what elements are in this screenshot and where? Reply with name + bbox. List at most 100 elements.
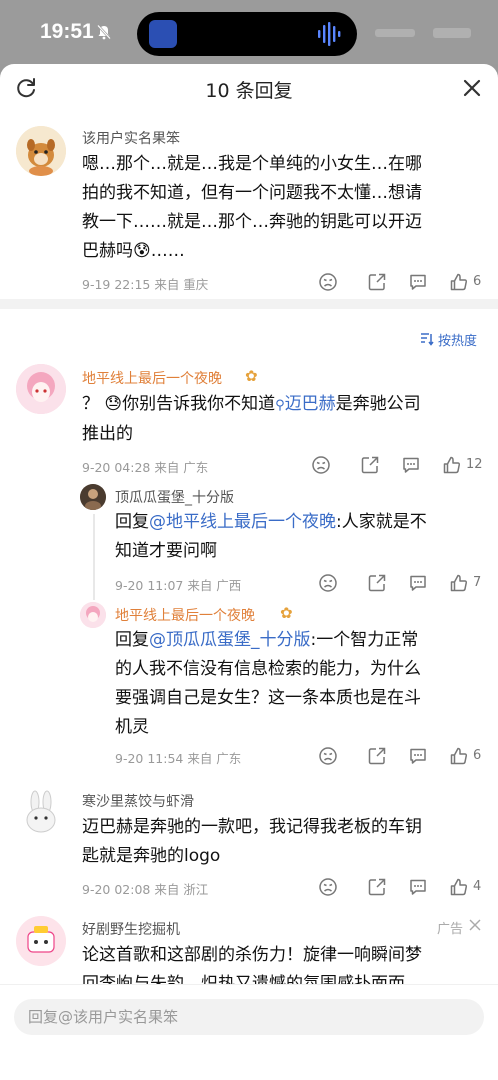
share-icon[interactable] <box>367 272 387 292</box>
page-title: 10 条回复 <box>205 80 293 102</box>
comment-meta: 9-19 22:15 来自 重庆 <box>82 277 209 292</box>
avatar[interactable] <box>16 916 66 966</box>
music-app-icon <box>149 20 177 48</box>
comment-line: 机灵 <box>115 717 149 737</box>
avatar-rabbit-icon <box>16 788 66 838</box>
search-link-text[interactable]: 迈巴赫 <box>285 394 336 414</box>
like-count: 12 <box>466 457 483 472</box>
thread-line <box>93 514 95 600</box>
avatar-dog-icon <box>16 126 66 176</box>
replies-sheet: 10 条回复 该用户实名果笨 嗯…那个…就是…我是个单纯的小女生…在哪 拍的我不… <box>0 64 498 1080</box>
bell-muted-icon <box>97 24 111 40</box>
close-icon[interactable] <box>460 76 484 100</box>
status-time: 19:51 <box>40 20 94 43</box>
share-icon[interactable] <box>367 877 387 897</box>
comment-line: 知道才要问啊 <box>115 541 217 561</box>
comment-text: :一个智力正常 <box>310 630 419 650</box>
vip-badge-icon: ✿ <box>245 367 258 385</box>
comment-body: ？ 😓你别告诉我你不知道⚲迈巴赫是奔驰公司 推出的 <box>82 390 482 449</box>
sheet-header: 10 条回复 <box>0 64 498 114</box>
author-name[interactable]: 顶瓜瓜蛋堡_十分版 <box>115 487 234 507</box>
avatar[interactable] <box>16 364 66 414</box>
author-name[interactable]: 好剧野生挖掘机 <box>82 919 180 939</box>
comment-line: 嗯…那个…就是…我是个单纯的小女生…在哪 <box>82 154 422 174</box>
comment-body: 回复@地平线上最后一个夜晚:人家就是不 知道才要问啊 <box>115 508 485 566</box>
search-link[interactable]: ⚲迈巴赫 <box>275 394 336 414</box>
comment-text: ？ 😓你别告诉我你不知道 <box>82 394 276 414</box>
comment-line: ？ 😓你别告诉我你不知道⚲迈巴赫是奔驰公司 <box>82 390 482 420</box>
dislike-icon[interactable] <box>318 877 338 897</box>
dynamic-island[interactable] <box>137 12 357 56</box>
section-divider <box>0 299 498 309</box>
comment-line: 要强调自己是女生？这一条本质也是在斗 <box>115 688 421 708</box>
reply-prefix: 回复 <box>115 512 149 532</box>
like-count: 4 <box>473 879 482 894</box>
like-count: 7 <box>473 575 482 590</box>
vip-badge-icon: ✿ <box>280 604 293 622</box>
dislike-icon[interactable] <box>318 573 338 593</box>
comment-text: 是奔驰公司 <box>335 394 421 414</box>
avatar[interactable] <box>16 126 66 176</box>
avatar-cartoon-icon <box>16 916 66 966</box>
reply-input[interactable] <box>14 999 484 1035</box>
mention-link[interactable]: @顶瓜瓜蛋堡_十分版 <box>149 630 311 650</box>
share-icon[interactable] <box>360 455 380 475</box>
avatar-anime-icon <box>16 364 66 414</box>
like-icon[interactable] <box>449 573 469 593</box>
comment-meta: 9-20 04:28 来自 广东 <box>82 460 209 475</box>
dislike-icon[interactable] <box>318 272 338 292</box>
dislike-icon[interactable] <box>311 455 331 475</box>
author-name[interactable]: 该用户实名果笨 <box>82 128 180 148</box>
comment-meta: 9-20 02:08 来自 浙江 <box>82 882 209 897</box>
comment-icon[interactable] <box>401 455 421 475</box>
avatar[interactable] <box>80 602 106 628</box>
comment-line: 推出的 <box>82 424 133 444</box>
share-icon[interactable] <box>367 746 387 766</box>
comment-text: :人家就是不 <box>336 512 427 532</box>
comment-line: 拍的我不知道，但有一个问题我不太懂…想请 <box>82 183 422 203</box>
reply-bar <box>0 984 498 1080</box>
comment-line: 巴赫吗😰…… <box>82 241 185 261</box>
search-icon: ⚲ <box>275 398 285 413</box>
like-icon[interactable] <box>449 746 469 766</box>
comment-line: 的人我不信没有信息检索的能力，为什么 <box>115 659 421 679</box>
comment-icon[interactable] <box>408 746 428 766</box>
like-count: 6 <box>473 748 482 763</box>
avatar-photo-icon <box>80 484 106 510</box>
author-name[interactable]: 寒沙里蒸饺与虾滑 <box>82 791 194 811</box>
reply-prefix: 回复 <box>115 630 149 650</box>
sort-by-hot-button[interactable]: 按热度 <box>438 330 477 349</box>
comment-line: 教一下……就是…那个…奔驰的钥匙可以开迈 <box>82 212 422 232</box>
sort-icon[interactable] <box>420 332 434 346</box>
comment-meta: 9-20 11:54 来自 广东 <box>115 751 242 766</box>
comment-body: 迈巴赫是奔驰的一款吧，我记得我老板的车钥 匙就是奔驰的logo <box>82 813 492 871</box>
comment-line: 回复@顶瓜瓜蛋堡_十分版:一个智力正常 <box>115 626 485 655</box>
like-count: 6 <box>473 274 482 289</box>
dislike-icon[interactable] <box>318 746 338 766</box>
author-name[interactable]: 地平线上最后一个夜晚 <box>82 368 222 388</box>
comment-icon[interactable] <box>408 573 428 593</box>
comment-line: 论这首歌和这部剧的杀伤力！旋律一响瞬间梦 <box>82 945 422 965</box>
avatar-anime-icon <box>80 602 106 628</box>
comment-icon[interactable] <box>408 877 428 897</box>
like-icon[interactable] <box>449 272 469 292</box>
root-comment: 该用户实名果笨 嗯…那个…就是…我是个单纯的小女生…在哪 拍的我不知道，但有一个… <box>0 114 498 299</box>
ad-badge: 广告 <box>437 922 464 937</box>
comment-body: 嗯…那个…就是…我是个单纯的小女生…在哪 拍的我不知道，但有一个问题我不太懂…想… <box>82 150 482 266</box>
audio-wave-icon <box>318 22 341 46</box>
like-icon[interactable] <box>442 455 462 475</box>
share-icon[interactable] <box>367 573 387 593</box>
comment-body: 回复@顶瓜瓜蛋堡_十分版:一个智力正常 的人我不信没有信息检索的能力，为什么 要… <box>115 626 485 742</box>
signal-battery-icon <box>375 28 471 38</box>
avatar[interactable] <box>16 788 66 838</box>
mention-link[interactable]: @地平线上最后一个夜晚 <box>149 512 336 532</box>
close-icon[interactable] <box>468 918 482 932</box>
comment-line: 匙就是奔驰的logo <box>82 846 221 866</box>
comment-line: 迈巴赫是奔驰的一款吧，我记得我老板的车钥 <box>82 817 422 837</box>
author-name[interactable]: 地平线上最后一个夜晚 <box>115 605 255 625</box>
avatar[interactable] <box>80 484 106 510</box>
comment-icon[interactable] <box>408 272 428 292</box>
status-bar: 19:51 <box>0 0 498 64</box>
comment-meta: 9-20 11:07 来自 广西 <box>115 578 242 593</box>
like-icon[interactable] <box>449 877 469 897</box>
